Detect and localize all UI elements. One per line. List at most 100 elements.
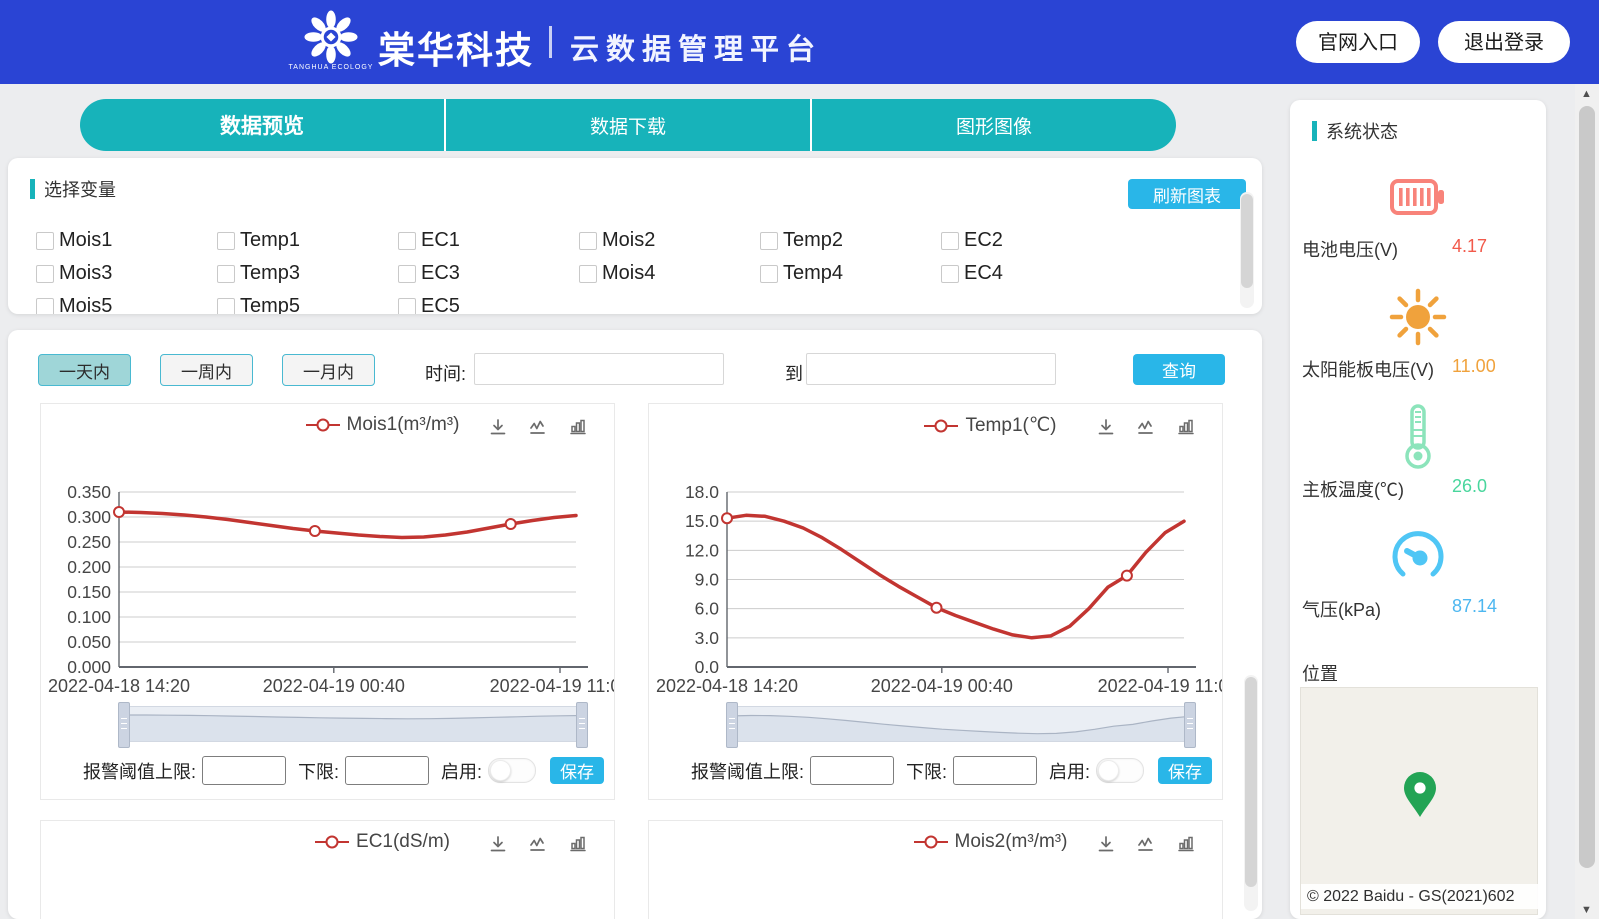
download-icon[interactable] bbox=[1096, 417, 1116, 442]
checkbox-item-mois5[interactable]: Mois5 bbox=[36, 290, 217, 314]
chart-title: Mois2(m³/m³) bbox=[955, 831, 1068, 852]
checkbox[interactable] bbox=[398, 232, 416, 250]
checkbox-item-ec1[interactable]: EC1 bbox=[398, 224, 579, 257]
datazoom-slider[interactable] bbox=[731, 706, 1191, 742]
page-title: 云数据管理平台 bbox=[570, 26, 822, 68]
checkbox[interactable] bbox=[217, 298, 235, 315]
datazoom-left-handle[interactable] bbox=[118, 702, 130, 748]
save-threshold-button[interactable]: 保存 bbox=[1158, 757, 1212, 784]
checkbox[interactable] bbox=[398, 265, 416, 283]
enable-toggle[interactable] bbox=[488, 758, 536, 783]
datazoom-left-handle[interactable] bbox=[726, 702, 738, 748]
checkbox[interactable] bbox=[579, 232, 597, 250]
checkbox-item-ec2[interactable]: EC2 bbox=[941, 224, 1122, 257]
query-button[interactable]: 查询 bbox=[1133, 354, 1225, 385]
variable-panel-scrollbar-thumb[interactable] bbox=[1241, 194, 1253, 288]
checkbox[interactable] bbox=[36, 265, 54, 283]
data-point-marker bbox=[114, 507, 124, 517]
window-scrollbar[interactable]: ▲ ▼ bbox=[1575, 84, 1599, 919]
checkbox[interactable] bbox=[941, 265, 959, 283]
data-point-marker bbox=[722, 513, 732, 523]
status-item-2: 主板温度(℃)26.0 bbox=[1290, 398, 1546, 518]
checkbox[interactable] bbox=[36, 298, 54, 315]
checkbox-item-mois2[interactable]: Mois2 bbox=[579, 224, 760, 257]
scroll-up-arrow[interactable]: ▲ bbox=[1581, 88, 1592, 100]
checkbox-item-mois1[interactable]: Mois1 bbox=[36, 224, 217, 257]
window-scrollbar-thumb[interactable] bbox=[1579, 106, 1595, 868]
alarm-threshold-row: 报警阈值上限:下限:启用:保存 bbox=[83, 756, 604, 785]
checkbox[interactable] bbox=[398, 298, 416, 315]
charts-panel-scrollbar-thumb[interactable] bbox=[1245, 677, 1257, 887]
refresh-charts-button[interactable]: 刷新图表 bbox=[1128, 179, 1246, 209]
checkbox-item-temp4[interactable]: Temp4 bbox=[760, 257, 941, 290]
download-icon[interactable] bbox=[488, 417, 508, 442]
bar-chart-icon[interactable] bbox=[1176, 417, 1196, 442]
flower-logo-icon bbox=[300, 8, 362, 66]
variable-panel-scrollbar[interactable] bbox=[1240, 192, 1254, 308]
tab-graph-image[interactable]: 图形图像 bbox=[812, 99, 1176, 151]
checkbox-item-temp1[interactable]: Temp1 bbox=[217, 224, 398, 257]
checkbox-label: EC1 bbox=[421, 229, 460, 252]
line-chart-plot[interactable]: 0.03.06.09.012.015.018.02022-04-18 14:20… bbox=[649, 456, 1222, 701]
line-chart-icon[interactable] bbox=[528, 834, 548, 859]
checkbox-item-ec4[interactable]: EC4 bbox=[941, 257, 1122, 290]
checkbox-item-ec3[interactable]: EC3 bbox=[398, 257, 579, 290]
location-map[interactable]: © 2022 Baidu - GS(2021)602 bbox=[1300, 687, 1538, 915]
location-pin-icon bbox=[1402, 772, 1438, 823]
line-chart-plot[interactable]: 0.0000.0500.1000.1500.2000.2500.3000.350… bbox=[41, 456, 614, 701]
variable-checkbox-grid: Mois1Temp1EC1Mois2Temp2EC2Mois3Temp3EC3M… bbox=[36, 224, 1156, 314]
datazoom-preview bbox=[124, 707, 582, 741]
svg-text:15.0: 15.0 bbox=[685, 511, 719, 531]
threshold-upper-input[interactable] bbox=[810, 756, 894, 785]
checkbox-item-temp3[interactable]: Temp3 bbox=[217, 257, 398, 290]
official-site-button[interactable]: 官网入口 bbox=[1296, 21, 1420, 63]
threshold-upper-input[interactable] bbox=[202, 756, 286, 785]
svg-text:0.350: 0.350 bbox=[67, 482, 111, 502]
status-value: 11.00 bbox=[1452, 356, 1496, 377]
checkbox[interactable] bbox=[217, 265, 235, 283]
checkbox-item-mois4[interactable]: Mois4 bbox=[579, 257, 760, 290]
checkbox[interactable] bbox=[760, 265, 778, 283]
threshold-lower-input[interactable] bbox=[953, 756, 1037, 785]
enable-toggle[interactable] bbox=[1096, 758, 1144, 783]
checkbox-item-ec5[interactable]: EC5 bbox=[398, 290, 579, 314]
datazoom-right-handle[interactable] bbox=[576, 702, 588, 748]
range-button-2[interactable]: 一月内 bbox=[282, 354, 375, 386]
svg-text:2022-04-18 14:20: 2022-04-18 14:20 bbox=[48, 676, 190, 696]
datazoom-slider[interactable] bbox=[123, 706, 583, 742]
range-button-0[interactable]: 一天内 bbox=[38, 354, 131, 386]
download-icon[interactable] bbox=[1096, 834, 1116, 859]
range-button-1[interactable]: 一周内 bbox=[160, 354, 253, 386]
save-threshold-button[interactable]: 保存 bbox=[550, 757, 604, 784]
checkbox[interactable] bbox=[36, 232, 54, 250]
line-chart-icon[interactable] bbox=[1136, 417, 1156, 442]
time-from-input[interactable] bbox=[474, 353, 724, 385]
charts-panel-scrollbar[interactable] bbox=[1244, 675, 1258, 911]
checkbox[interactable] bbox=[579, 265, 597, 283]
datazoom-right-handle[interactable] bbox=[1184, 702, 1196, 748]
checkbox[interactable] bbox=[941, 232, 959, 250]
checkbox-item-mois3[interactable]: Mois3 bbox=[36, 257, 217, 290]
thermometer-icon bbox=[1290, 398, 1546, 476]
checkbox-item-temp2[interactable]: Temp2 bbox=[760, 224, 941, 257]
bar-chart-icon[interactable] bbox=[568, 417, 588, 442]
checkbox[interactable] bbox=[760, 232, 778, 250]
download-icon[interactable] bbox=[488, 834, 508, 859]
line-chart-icon[interactable] bbox=[528, 417, 548, 442]
bar-chart-icon[interactable] bbox=[568, 834, 588, 859]
scroll-down-arrow[interactable]: ▼ bbox=[1581, 904, 1592, 916]
bar-chart-icon[interactable] bbox=[1176, 834, 1196, 859]
checkbox-label: EC5 bbox=[421, 295, 460, 314]
logout-button[interactable]: 退出登录 bbox=[1438, 21, 1570, 63]
line-chart-icon[interactable] bbox=[1136, 834, 1156, 859]
threshold-lower-input[interactable] bbox=[345, 756, 429, 785]
tab-data-download[interactable]: 数据下载 bbox=[446, 99, 812, 151]
checkbox-label: Temp1 bbox=[240, 229, 300, 252]
checkbox[interactable] bbox=[217, 232, 235, 250]
time-to-input[interactable] bbox=[806, 353, 1056, 385]
checkbox-item-temp5[interactable]: Temp5 bbox=[217, 290, 398, 314]
status-value: 87.14 bbox=[1452, 596, 1497, 617]
datazoom-preview bbox=[732, 707, 1190, 741]
tab-data-preview[interactable]: 数据预览 bbox=[80, 99, 446, 151]
time-to-label: 到 bbox=[785, 360, 803, 386]
